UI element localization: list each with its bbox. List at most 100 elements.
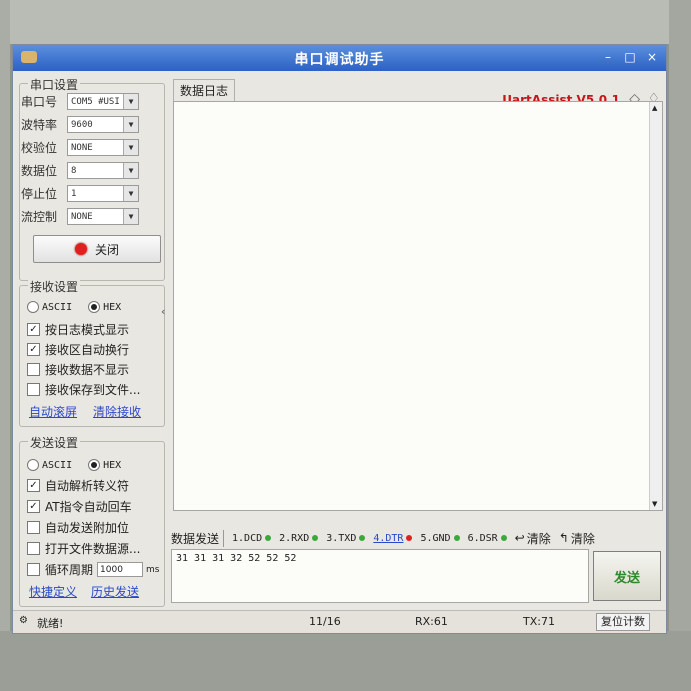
auto-scroll-link[interactable]: 自动滚屏 (29, 403, 77, 420)
history-send-link[interactable]: 历史发送 (91, 583, 139, 600)
serial-setting-label: 停止位 (21, 187, 58, 201)
serial-setting-value: 9600 (71, 120, 93, 130)
checkbox-icon[interactable] (27, 521, 40, 534)
receive-log-area[interactable]: ▲ ▼ (173, 101, 663, 511)
monitor-bezel-top (0, 0, 691, 44)
send-ascii-radio[interactable]: ASCII (27, 459, 72, 471)
receive-option[interactable]: 接收数据不显示 (27, 361, 129, 378)
checkbox-checked-icon[interactable]: ✓ (27, 323, 40, 336)
chevron-down-icon[interactable]: ▼ (123, 140, 138, 155)
receive-option-label: 接收数据不显示 (45, 363, 130, 377)
receive-option-label: 接收区自动换行 (45, 343, 130, 357)
serial-setting-value: NONE (71, 143, 93, 153)
signal-label: 3.TXD (326, 532, 357, 544)
close-port-button[interactable]: 关闭 (33, 235, 161, 263)
quick-define-link[interactable]: 快捷定义 (29, 583, 77, 600)
serial-setting-value: COM5 #USI (71, 97, 120, 107)
return-arrow-icon: ↰ (558, 531, 569, 545)
send-data-input[interactable]: 31 31 31 32 52 52 52 (171, 549, 589, 603)
signal-indicator[interactable]: 6.DSR (468, 533, 507, 544)
checkbox-checked-icon[interactable]: ✓ (27, 500, 40, 513)
serial-setting-select[interactable]: 9600 ▼ (67, 116, 139, 133)
status-count: 11/16 (309, 615, 341, 628)
signal-indicator[interactable]: 2.RXD (279, 532, 319, 544)
send-button[interactable]: 发送 (593, 551, 661, 601)
send-option-label: 打开文件数据源... (45, 542, 141, 556)
serial-setting-select[interactable]: NONE ▼ (67, 139, 139, 156)
signal-indicator[interactable]: 3.TXD (326, 532, 366, 544)
receive-option-label: 按日志模式显示 (45, 323, 130, 337)
signal-led-icon (359, 535, 366, 541)
signal-led-icon (312, 535, 319, 541)
signal-label: 2.RXD (279, 532, 310, 544)
send-option[interactable]: 打开文件数据源... (27, 540, 140, 557)
checkbox-icon[interactable] (27, 383, 40, 396)
monitor-bezel-left (0, 0, 10, 691)
serial-setting-row: 校验位 NONE ▼ (21, 139, 139, 156)
app-window: 串口调试助手 – □ × 串口设置 串口号 COM5 #USI ▼ 波特率 9600 ▼ 校… (12, 44, 667, 634)
status-rx: RX:61 (415, 615, 448, 628)
serial-setting-select[interactable]: 1 ▼ (67, 185, 139, 202)
send-toolbar: 数据发送 1.DCD 2.RXD 3.TXD 4.DTR 5.GND 6.DSR ↩ 清除 … (171, 527, 663, 549)
status-icon: ⚙ (19, 615, 28, 626)
signal-indicator[interactable]: 5.GND (420, 533, 460, 544)
receive-option[interactable]: 接收保存到文件... (27, 381, 140, 398)
reset-count-button[interactable]: 复位计数 (596, 613, 650, 631)
chevron-down-icon[interactable]: ▼ (123, 94, 138, 109)
chevron-down-icon[interactable]: ▼ (123, 163, 138, 178)
title-bar[interactable]: 串口调试助手 – □ × (13, 45, 666, 71)
radio-selected-icon (88, 459, 101, 471)
signal-indicator[interactable]: 1.DCD (232, 533, 272, 544)
chevron-down-icon[interactable]: ▼ (123, 117, 138, 132)
send-option[interactable]: 自动发送附加位 (27, 519, 129, 536)
receive-option[interactable]: ✓ 按日志模式显示 (27, 321, 129, 338)
scroll-up-icon[interactable]: ▲ (652, 104, 657, 112)
receive-option-label: 接收保存到文件... (45, 383, 141, 397)
send-option[interactable]: 循环周期 1000 ms (27, 561, 159, 578)
serial-setting-label: 流控制 (21, 210, 58, 224)
close-icon[interactable]: × (644, 49, 660, 65)
tab-data-send[interactable]: 数据发送 (171, 529, 225, 547)
chevron-down-icon[interactable]: ▼ (123, 209, 138, 224)
send-option[interactable]: ✓ 自动解析转义符 (27, 477, 129, 494)
serial-setting-row: 流控制 NONE ▼ (21, 208, 139, 225)
send-option[interactable]: ✓ AT指令自动回车 (27, 498, 132, 515)
log-scrollbar[interactable]: ▲ ▼ (649, 102, 662, 510)
serial-setting-value: 1 (71, 189, 77, 199)
clear-all-button[interactable]: ↰ 清除 (559, 530, 595, 547)
cycle-period-input[interactable]: 1000 (97, 562, 144, 577)
maximize-icon[interactable]: □ (622, 49, 638, 65)
signal-indicator[interactable]: 4.DTR (373, 533, 413, 544)
serial-settings-title: 串口设置 (28, 76, 81, 93)
checkbox-icon[interactable] (27, 542, 40, 555)
serial-setting-row: 数据位 8 ▼ (21, 162, 139, 179)
clear-send-button[interactable]: ↩ 清除 (515, 530, 551, 547)
serial-setting-row: 停止位 1 ▼ (21, 185, 139, 202)
receive-ascii-radio[interactable]: ASCII (27, 301, 72, 313)
close-port-label: 关闭 (94, 242, 119, 257)
serial-setting-select[interactable]: COM5 #USI ▼ (67, 93, 139, 110)
checkbox-icon[interactable] (27, 563, 40, 576)
receive-option[interactable]: ✓ 接收区自动换行 (27, 341, 129, 358)
send-option-label: 自动解析转义符 (45, 479, 130, 493)
radio-selected-icon (88, 301, 101, 313)
serial-setting-select[interactable]: 8 ▼ (67, 162, 139, 179)
scroll-down-icon[interactable]: ▼ (652, 500, 657, 508)
serial-setting-select[interactable]: NONE ▼ (67, 208, 139, 225)
status-tx: TX:71 (523, 615, 555, 628)
checkbox-icon[interactable] (27, 363, 40, 376)
serial-setting-label: 校验位 (21, 141, 58, 155)
checkbox-checked-icon[interactable]: ✓ (27, 343, 40, 356)
clear-receive-link[interactable]: 清除接收 (93, 403, 141, 420)
chevron-down-icon[interactable]: ▼ (123, 186, 138, 201)
tab-data-log[interactable]: 数据日志 (173, 79, 236, 101)
serial-setting-value: NONE (71, 212, 93, 222)
receive-mode-row: ASCII HEX (27, 301, 121, 313)
send-hex-radio[interactable]: HEX (88, 459, 121, 471)
minimize-icon[interactable]: – (600, 49, 616, 65)
receive-hex-radio[interactable]: HEX (88, 301, 121, 313)
send-mode-row: ASCII HEX (27, 459, 121, 471)
checkbox-checked-icon[interactable]: ✓ (27, 479, 40, 492)
signal-led-icon (500, 535, 507, 541)
panel-collapse-handle[interactable]: ‹ (161, 305, 167, 365)
